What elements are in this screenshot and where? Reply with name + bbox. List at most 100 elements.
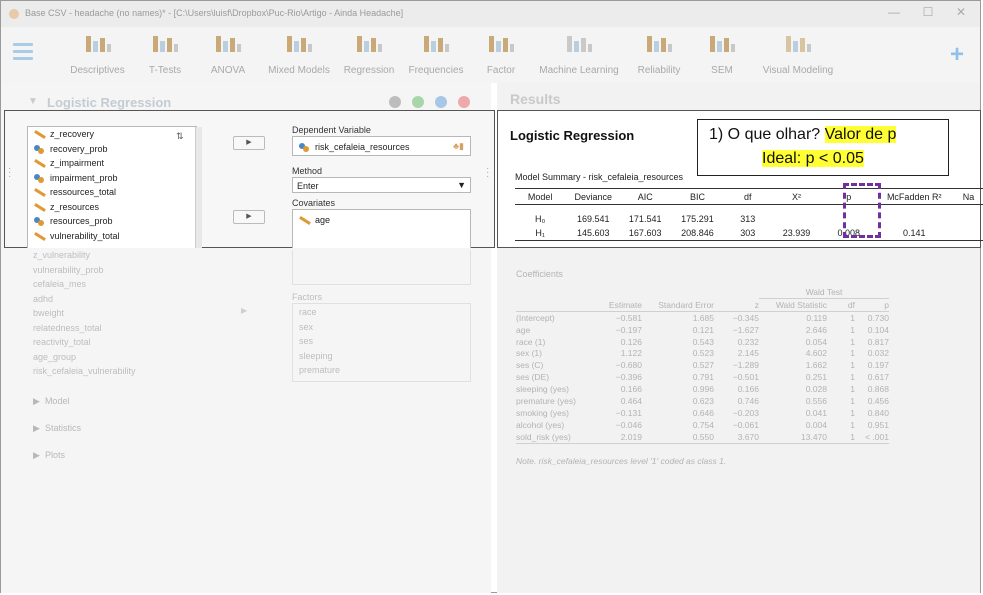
table-row: ses (C) −0.680 0.527 −1.289 1.662 1 0.197 — [516, 359, 889, 371]
variable-item-faded[interactable]: vulnerability_prob — [33, 263, 136, 278]
duplicate-icon[interactable] — [412, 96, 424, 108]
table-cell: −0.396 — [615, 372, 642, 383]
factor-item[interactable]: sex — [299, 320, 340, 335]
dependent-field[interactable]: risk_cefaleia_resources ♣▮ — [292, 136, 471, 156]
move-to-dependent-button[interactable]: ▶ — [233, 136, 265, 150]
toolbar-item-reliability[interactable]: Reliability — [629, 31, 689, 76]
close-button[interactable]: ✕ — [952, 5, 970, 21]
toolbar-label: Machine Learning — [539, 65, 619, 76]
variable-item[interactable]: recovery_prob — [28, 142, 196, 157]
scale-icon — [34, 158, 45, 168]
variable-item[interactable]: z_resources — [28, 200, 196, 215]
variable-item-faded[interactable]: adhd — [33, 292, 136, 307]
factor-icon — [480, 31, 522, 55]
visual-modeling-icon — [752, 31, 844, 55]
factor-item[interactable]: premature — [299, 363, 340, 378]
toolbar-item-factor[interactable]: Factor — [480, 31, 522, 76]
factor-item[interactable]: sleeping — [299, 349, 340, 364]
variable-list-scrollbar[interactable] — [195, 127, 202, 248]
variable-item[interactable]: ressources_total — [28, 185, 196, 200]
toolbar-item-anova[interactable]: ANOVA — [205, 31, 251, 76]
table-cell: 0.523 — [692, 348, 714, 359]
move-to-covariates-button[interactable]: ▶ — [233, 210, 265, 224]
table-cell: 2.019 — [588, 430, 642, 444]
variable-name: z_impairment — [50, 158, 105, 169]
variable-item[interactable]: resources_prob — [28, 214, 196, 229]
splitter-grip-icon[interactable]: · · · — [8, 164, 11, 182]
dependent-label: Dependent Variable — [292, 125, 371, 135]
variable-item-faded[interactable]: age_group — [33, 350, 136, 365]
table-cell: z — [714, 298, 759, 312]
table-cell: race (1) — [516, 336, 546, 347]
remove-icon[interactable] — [458, 96, 470, 108]
table-cell: 208.846 — [669, 226, 726, 241]
table-row: H₁ 145.603 167.603 208.846 303 23.939 0.008 0.1… — [515, 226, 983, 241]
toolbar-label: Descriptives — [70, 65, 125, 76]
toolbar-item-mixed-models[interactable]: Mixed Models — [264, 31, 334, 76]
variable-item-faded[interactable]: bweight — [33, 306, 136, 321]
table-cell: 0.126 — [620, 336, 642, 347]
table-cell: 0.119 — [806, 312, 827, 323]
table-row: ses (DE) −0.396 0.791 −0.501 0.251 1 0.617 — [516, 371, 889, 383]
check-icon[interactable] — [389, 96, 401, 108]
minimize-button[interactable]: — — [885, 5, 903, 21]
toolbar-item-frequencies[interactable]: Frequencies — [402, 31, 470, 76]
section-label: Model — [44, 396, 70, 406]
table-row: (Intercept) −0.581 1.685 −0.345 0.119 1 0.730 — [516, 311, 889, 323]
toolbar-item-sem[interactable]: SEM — [697, 31, 747, 76]
table-cell: 0.754 — [692, 419, 714, 430]
table-cell: 0.251 — [805, 372, 827, 383]
table-cell: 0.951 — [867, 419, 889, 430]
variable-item-faded[interactable]: cefaleia_mes — [33, 277, 136, 292]
toolbar-item-t-tests[interactable]: T-Tests — [141, 31, 189, 76]
variable-item-faded[interactable]: z_vulnerability — [33, 248, 136, 263]
factor-item[interactable]: ses — [299, 334, 340, 349]
table-cell: 1 — [850, 407, 855, 418]
toolbar-label: ANOVA — [210, 65, 246, 76]
table-cell: 2.646 — [805, 324, 827, 335]
method-select[interactable]: Enter ▼ — [292, 177, 471, 193]
table-cell: sleeping (yes) — [516, 384, 569, 395]
coefficients-note: Note. risk_cefaleia_resources level '1' … — [516, 456, 727, 466]
collapse-arrow-icon[interactable]: ▼ — [28, 96, 38, 107]
factor-item[interactable]: race — [299, 305, 340, 320]
variable-item[interactable]: z_recovery — [28, 127, 196, 142]
section-model[interactable]: ▶ Model — [33, 396, 69, 407]
variable-name: impairment_prob — [50, 172, 118, 183]
section-statistics[interactable]: ▶ Statistics — [33, 423, 81, 434]
move-to-factors-arrow-icon[interactable]: ▶ — [241, 306, 247, 315]
variable-item-faded[interactable]: risk_cefaleia_vulnerability — [33, 364, 136, 379]
section-plots[interactable]: ▶ Plots — [33, 450, 65, 461]
table-row: sold_risk (yes) 2.019 0.550 3.670 13.470 1 < .… — [516, 430, 889, 444]
variable-item-faded[interactable]: relatedness_total — [33, 321, 136, 336]
variable-item-faded[interactable]: reactivity_total — [33, 335, 136, 350]
info-icon[interactable] — [435, 96, 447, 108]
toolbar-label: SEM — [711, 65, 733, 76]
variable-list[interactable]: z_recovery recovery_prob z_impairmentimpai… — [27, 126, 197, 248]
add-module-icon[interactable]: + — [950, 41, 964, 69]
toolbar-item-machine-learning[interactable]: Machine Learning — [532, 31, 626, 76]
covariates-label: Covariates — [292, 198, 336, 208]
variable-item[interactable]: impairment_prob — [28, 171, 196, 186]
maximize-button[interactable]: ☐ — [919, 5, 937, 21]
covariates-field[interactable]: age — [292, 209, 471, 248]
expand-arrow-icon: ▶ — [33, 396, 45, 406]
table-cell: 1 — [850, 348, 855, 359]
callout-ideal: Ideal: p < 0.05 — [762, 150, 864, 167]
variable-item[interactable]: z_impairment — [28, 156, 196, 171]
table-cell: alcohol (yes) — [516, 419, 565, 430]
toolbar-item-visual-modeling[interactable]: Visual Modeling — [752, 31, 844, 76]
ribbon-toolbar: Descriptives T-Tests ANOVA Mixed Models Regr… — [1, 27, 980, 83]
toolbar-item-regression[interactable]: Regression — [337, 31, 401, 76]
toolbar-item-descriptives[interactable]: Descriptives — [65, 31, 130, 76]
table-cell: 0.104 — [867, 324, 889, 335]
menu-icon[interactable] — [13, 43, 33, 60]
toolbar-label: Mixed Models — [268, 65, 330, 76]
coefficients-table: Wald Test Estimate Standard Error z Wald Sta… — [516, 286, 889, 444]
analysis-title: Logistic Regression — [47, 95, 172, 110]
variable-item[interactable]: vulnerability_total — [28, 229, 196, 244]
table-cell: (Intercept) — [516, 312, 555, 323]
sort-icon[interactable]: ⇅ — [176, 131, 184, 142]
splitter-grip-icon[interactable]: · · · — [486, 164, 489, 182]
table-cell: 1 — [850, 395, 855, 406]
